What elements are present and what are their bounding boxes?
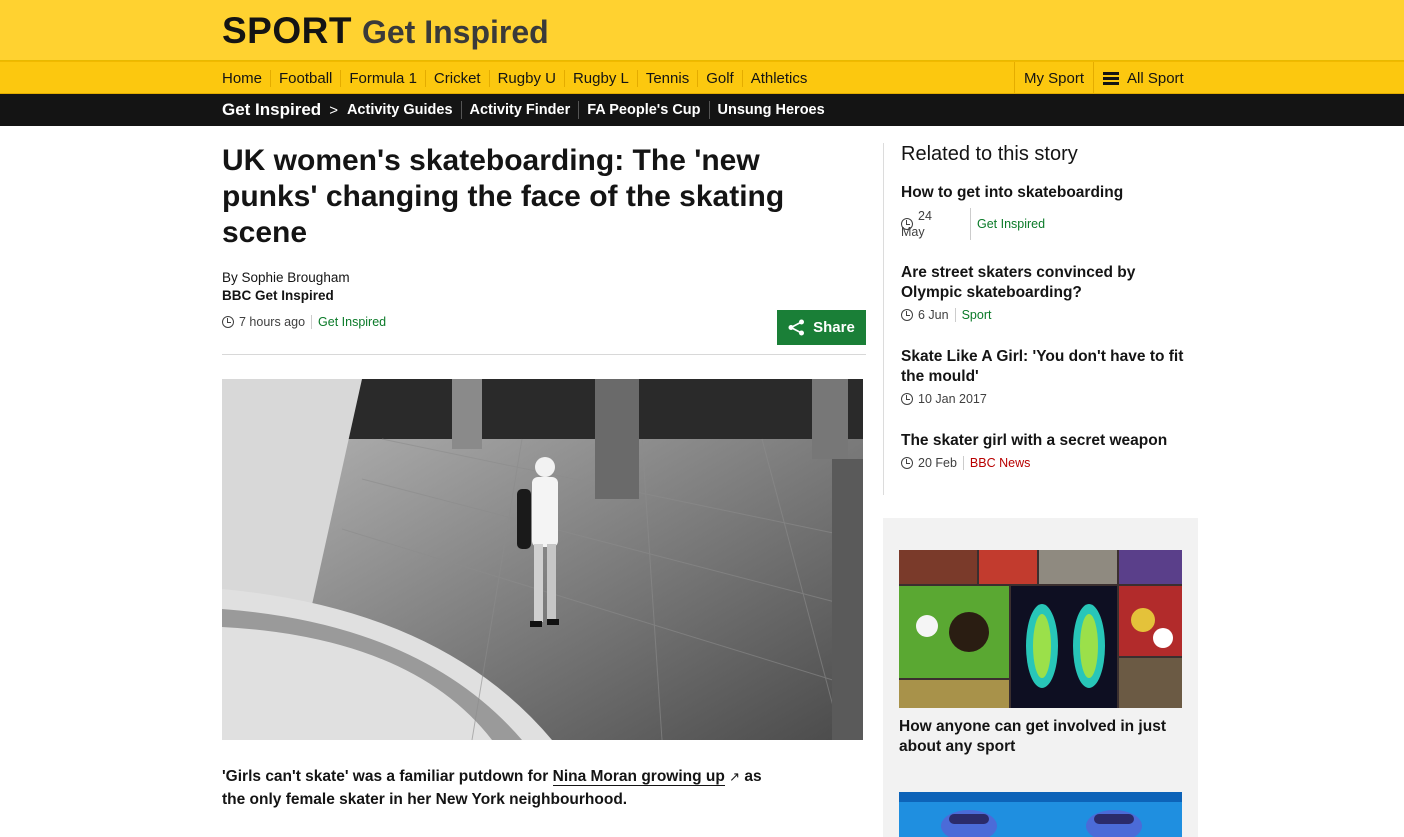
section-link-fa-peoples-cup[interactable]: FA People's Cup [578,101,708,119]
share-button[interactable]: Share [777,310,866,345]
related-item-tag[interactable]: BBC News [970,456,1030,470]
promo-panel: How anyone can get involved in just abou… [883,518,1198,837]
related-item-date: 24 May [901,209,932,239]
article-section-link[interactable]: Get Inspired [318,315,386,329]
my-sport-link[interactable]: My Sport [1014,62,1093,95]
related-item-tag[interactable]: Get Inspired [977,217,1045,231]
nav-item-golf[interactable]: Golf [697,70,742,87]
related-item-title[interactable]: Skate Like A Girl: 'You don't have to fi… [901,347,1196,387]
primary-nav: Home Football Formula 1 Cricket Rugby U … [0,61,1404,95]
promo-image-secondary[interactable] [899,792,1182,837]
section-nav-root[interactable]: Get Inspired [222,100,321,120]
byline: By Sophie Brougham BBC Get Inspired [222,269,866,305]
article-headline: UK women's skateboarding: The 'new punks… [222,144,785,249]
related-item-date: 20 Feb [918,456,957,470]
author-org: BBC Get Inspired [222,288,334,303]
all-sport-label: All Sport [1127,70,1184,87]
divider [222,354,866,355]
all-sport-button[interactable]: All Sport [1093,62,1193,95]
my-sport-label: My Sport [1024,70,1085,87]
clock-icon [901,309,913,321]
nav-item-tennis[interactable]: Tennis [636,70,697,87]
clock-icon [222,316,234,328]
related-item-tag[interactable]: Sport [962,308,992,322]
related-stories: Related to this story How to get into sk… [883,143,1198,495]
menu-icon [1103,72,1120,85]
share-icon [788,319,805,336]
related-item-date: 10 Jan 2017 [918,392,987,406]
masthead: SPORT Get Inspired [0,0,1404,61]
chevron-right-icon: > [329,101,338,119]
clock-icon [901,393,913,405]
related-item[interactable]: Are street skaters convinced by Olympic … [901,263,1196,322]
section-link-unsung-heroes[interactable]: Unsung Heroes [708,101,833,119]
site-brand[interactable]: SPORT Get Inspired [222,10,549,52]
nav-item-football[interactable]: Football [270,70,340,87]
section-link-activity-guides[interactable]: Activity Guides [347,101,461,119]
article-lead: 'Girls can't skate' was a familiar putdo… [222,765,782,811]
nav-item-formula-1[interactable]: Formula 1 [340,70,425,87]
article-timestamp: 7 hours ago [239,315,306,329]
section-nav: Get Inspired > Activity Guides Activity … [0,94,1404,126]
related-item-title[interactable]: The skater girl with a secret weapon [901,431,1196,451]
lead-text-start: 'Girls can't skate' was a familiar putdo… [222,768,553,785]
article: UK women's skateboarding: The 'new punks… [222,143,866,808]
brand-section[interactable]: Get Inspired [362,14,549,51]
related-title: Related to this story [901,143,1078,165]
related-item-title[interactable]: How to get into skateboarding [901,183,1196,203]
clock-icon [901,218,913,230]
nav-item-rugby-league[interactable]: Rugby L [563,70,637,87]
nina-moran-link[interactable]: Nina Moran growing up [552,768,725,786]
clock-icon [901,457,913,469]
related-item[interactable]: How to get into skateboarding 24 May Get … [901,183,1196,240]
brand-sport[interactable]: SPORT [222,10,352,52]
article-photo [222,379,863,740]
nav-item-cricket[interactable]: Cricket [424,70,489,87]
promo-title[interactable]: How anyone can get involved in just abou… [899,717,1182,757]
related-item[interactable]: The skater girl with a secret weapon 20 … [901,431,1196,470]
nav-item-rugby-union[interactable]: Rugby U [488,70,564,87]
share-label: Share [813,319,855,336]
related-item-date: 6 Jun [918,308,949,322]
article-meta: 7 hours ago Get Inspired [222,315,386,329]
nav-item-athletics[interactable]: Athletics [741,70,816,87]
author-name: By Sophie Brougham [222,270,350,285]
related-item-title[interactable]: Are street skaters convinced by Olympic … [901,263,1196,303]
section-link-activity-finder[interactable]: Activity Finder [460,101,579,119]
related-item[interactable]: Skate Like A Girl: 'You don't have to fi… [901,347,1196,406]
promo-image[interactable] [899,550,1182,708]
external-link-icon: ↗ [729,769,741,784]
nav-item-home[interactable]: Home [222,70,270,87]
